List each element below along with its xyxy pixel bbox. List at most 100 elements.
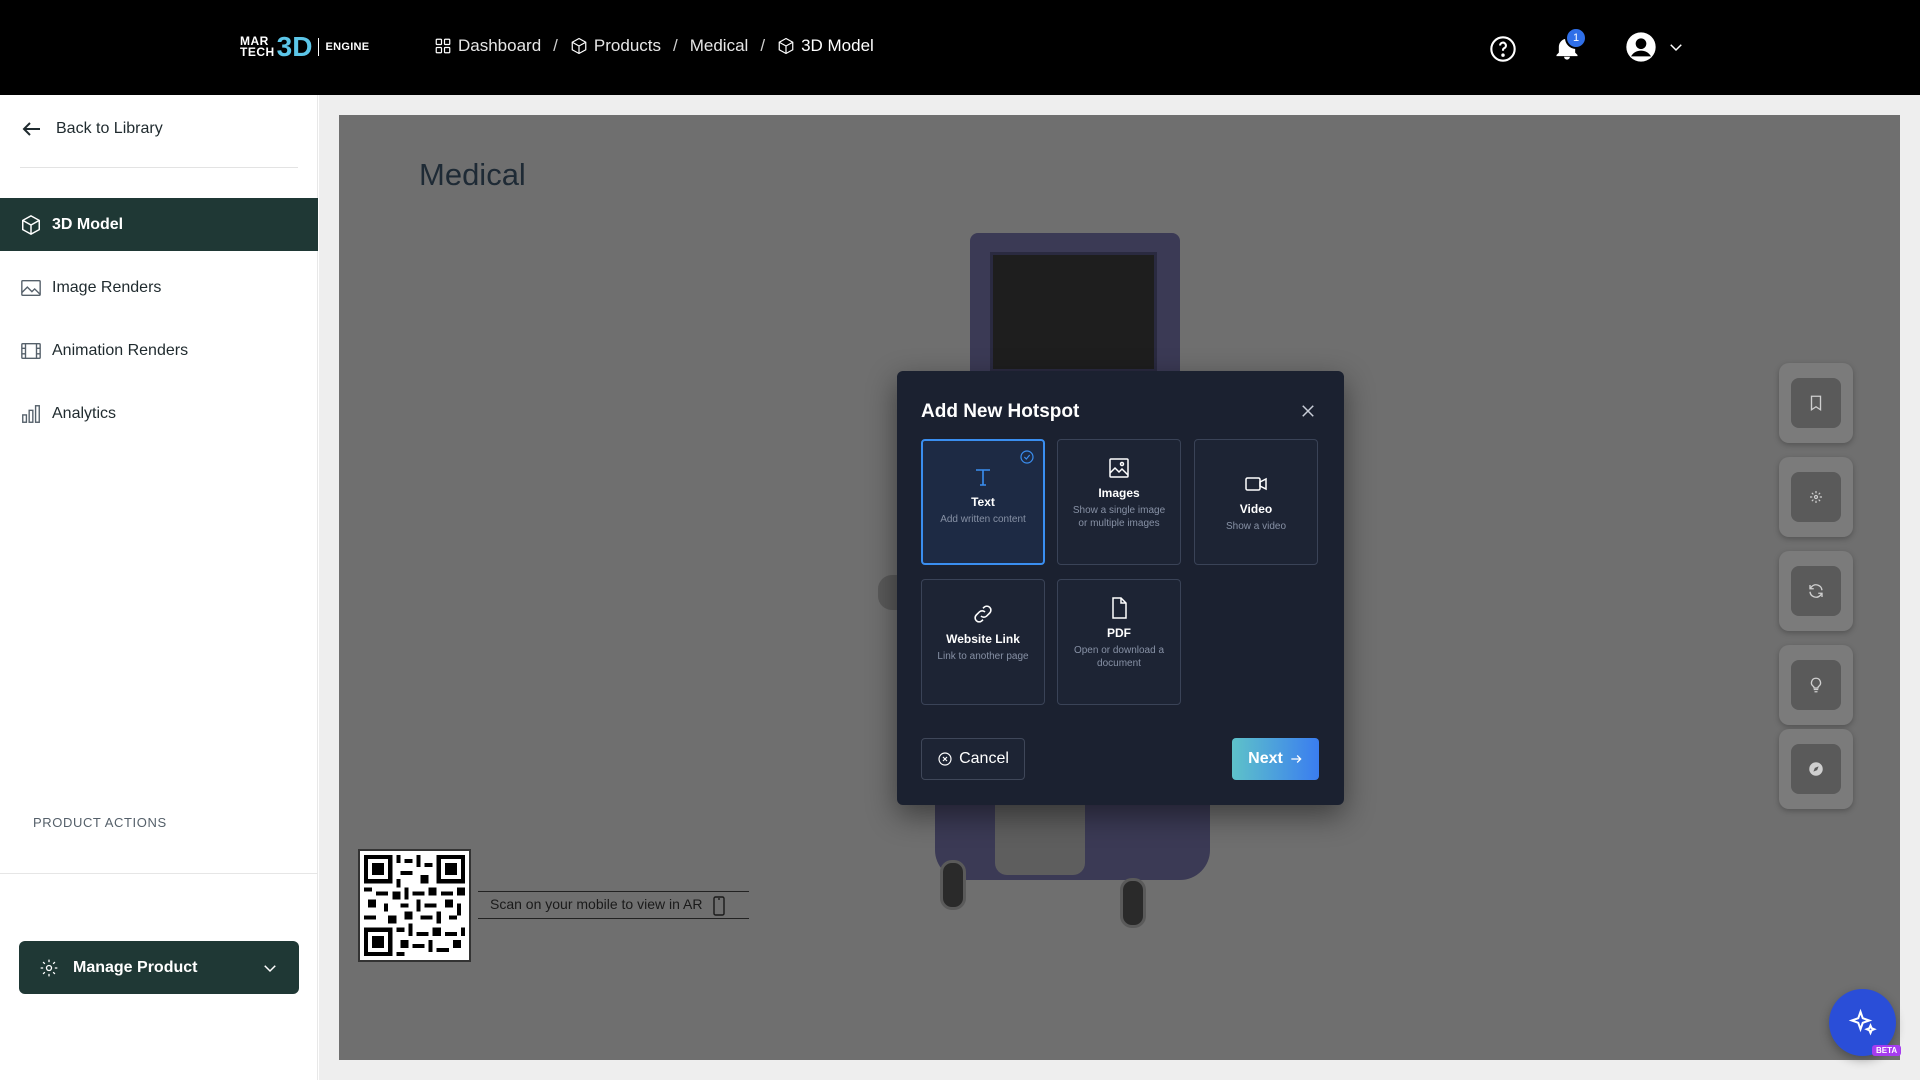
image-icon	[1109, 458, 1129, 478]
cube-icon	[571, 37, 587, 55]
video-icon	[1245, 477, 1267, 491]
model-wheel	[1120, 878, 1146, 928]
close-icon[interactable]	[1299, 402, 1317, 420]
sidebar-item-label: Image Renders	[52, 278, 162, 296]
notification-badge: 1	[1565, 27, 1587, 49]
hotspot-option-video[interactable]: Video Show a video	[1194, 439, 1318, 565]
manage-product-button[interactable]: Manage Product	[19, 941, 299, 994]
compass-icon	[1809, 762, 1823, 776]
grid-icon	[435, 38, 451, 54]
user-avatar-icon[interactable]	[1625, 31, 1657, 63]
chevron-down-icon[interactable]	[1667, 38, 1685, 56]
hotspot-option-website-link[interactable]: Website Link Link to another page	[921, 579, 1045, 705]
model-screen	[990, 252, 1157, 372]
breadcrumb-separator: /	[673, 36, 678, 55]
gear-icon	[40, 959, 58, 976]
sidebar-item-animation-renders[interactable]: Animation Renders	[0, 324, 318, 377]
compass-tool-inner	[1791, 744, 1841, 794]
breadcrumb: Dashboard / Products / Medical / 3D Mode…	[434, 36, 874, 56]
hotspot-option-title: Images	[1098, 486, 1140, 500]
add-hotspot-modal: Add New Hotspot Text Add written content…	[897, 371, 1344, 805]
cube-icon	[778, 37, 794, 55]
top-bar: MAR TECH 3D ENGINE Dashboard / Products …	[0, 0, 1920, 95]
breadcrumb-separator: /	[760, 36, 766, 55]
help-icon[interactable]	[1489, 35, 1517, 63]
hotspot-option-desc: Show a video	[1225, 521, 1287, 532]
model-base-panel	[995, 805, 1085, 875]
breadcrumb-3d-model: 3D Model	[777, 36, 874, 56]
logo-engine: ENGINE	[325, 41, 370, 53]
close-circle-icon	[938, 752, 952, 766]
cube-icon	[22, 214, 40, 235]
cancel-button[interactable]: Cancel	[921, 738, 1025, 780]
hotspot-option-title: Video	[1239, 502, 1273, 516]
modal-title: Add New Hotspot	[921, 401, 1080, 422]
bookmark-tool-button[interactable]	[1779, 363, 1853, 443]
logo-3d: 3D	[276, 31, 313, 62]
back-to-library-label: Back to Library	[56, 120, 163, 137]
hotspot-tool-inner	[1791, 472, 1841, 522]
logo-divider	[318, 38, 320, 56]
film-icon	[21, 342, 41, 359]
arrow-left-icon	[22, 122, 40, 136]
beta-badge: BETA	[1872, 1045, 1902, 1056]
next-button[interactable]: Next	[1232, 738, 1319, 780]
ar-qr-code	[358, 849, 471, 962]
hotspot-option-images[interactable]: Images Show a single image or multiple i…	[1057, 439, 1181, 565]
sidebar-item-analytics[interactable]: Analytics	[0, 387, 318, 440]
text-icon	[976, 469, 990, 486]
product-actions-label: PRODUCT ACTIONS	[33, 815, 167, 830]
manage-product-label: Manage Product	[73, 958, 198, 976]
sidebar-divider	[0, 873, 318, 874]
hotspot-option-text[interactable]: Text Add written content	[921, 439, 1045, 565]
qr-code-icon	[364, 855, 465, 956]
link-icon	[974, 605, 992, 623]
arrow-right-icon	[1291, 755, 1302, 763]
sidebar: Back to Library 3D Model Image Renders A…	[0, 95, 318, 1080]
sidebar-item-image-renders[interactable]: Image Renders	[0, 261, 318, 314]
lightbulb-icon	[1810, 677, 1822, 693]
breadcrumb-products-label: Products	[593, 36, 661, 55]
breadcrumb-medical-label: Medical	[689, 36, 749, 55]
hotspot-option-title: PDF	[1107, 626, 1131, 640]
ar-scan-label: Scan on your mobile to view in AR	[478, 891, 749, 919]
rotate-tool-inner	[1791, 566, 1841, 616]
rotate-tool-button[interactable]	[1779, 551, 1853, 631]
mobile-phone-icon	[713, 896, 726, 916]
sidebar-item-label: 3D Model	[52, 215, 124, 233]
hotspot-option-title: Website Link	[946, 632, 1020, 646]
logo-tech: TECH	[240, 45, 275, 59]
hotspot-option-pdf[interactable]: PDF Open or download a document	[1057, 579, 1181, 705]
lighting-tool-button[interactable]	[1779, 645, 1853, 725]
breadcrumb-dashboard[interactable]: Dashboard	[434, 36, 541, 56]
bookmark-icon	[1810, 395, 1822, 412]
compass-tool-button[interactable]	[1779, 729, 1853, 809]
sparkle-cursor-icon	[1810, 491, 1822, 503]
sidebar-divider	[20, 167, 298, 168]
hotspot-option-title: Text	[971, 495, 995, 509]
hotspot-option-desc: Open or download a document	[1073, 645, 1165, 669]
sidebar-item-3d-model[interactable]: 3D Model	[0, 198, 318, 251]
app-logo[interactable]: MAR TECH 3D ENGINE	[240, 33, 369, 61]
hotspot-option-desc: Link to another page	[937, 651, 1029, 662]
sidebar-item-label: Animation Renders	[52, 341, 189, 359]
bookmark-tool-inner	[1791, 378, 1841, 428]
breadcrumb-dashboard-label: Dashboard	[458, 36, 542, 55]
refresh-icon	[1809, 584, 1823, 598]
check-circle-icon	[1020, 450, 1034, 464]
hotspot-option-desc: Add written content	[940, 514, 1026, 525]
lighting-tool-inner	[1791, 660, 1841, 710]
breadcrumb-3d-model-label: 3D Model	[801, 36, 874, 55]
chevron-down-icon	[264, 964, 276, 972]
hotspot-option-desc: Show a single image or multiple images	[1072, 505, 1166, 529]
sidebar-item-label: Analytics	[52, 404, 117, 422]
bar-chart-icon	[22, 404, 40, 423]
model-wheel	[940, 860, 966, 910]
breadcrumb-medical[interactable]: Medical	[690, 36, 749, 56]
cancel-label: Cancel	[959, 750, 1009, 767]
hotspot-tool-button[interactable]	[1779, 457, 1853, 537]
breadcrumb-products[interactable]: Products	[570, 36, 661, 56]
page-title: Medical	[419, 157, 526, 192]
back-to-library-link[interactable]: Back to Library	[20, 117, 163, 141]
next-label: Next	[1248, 750, 1283, 767]
